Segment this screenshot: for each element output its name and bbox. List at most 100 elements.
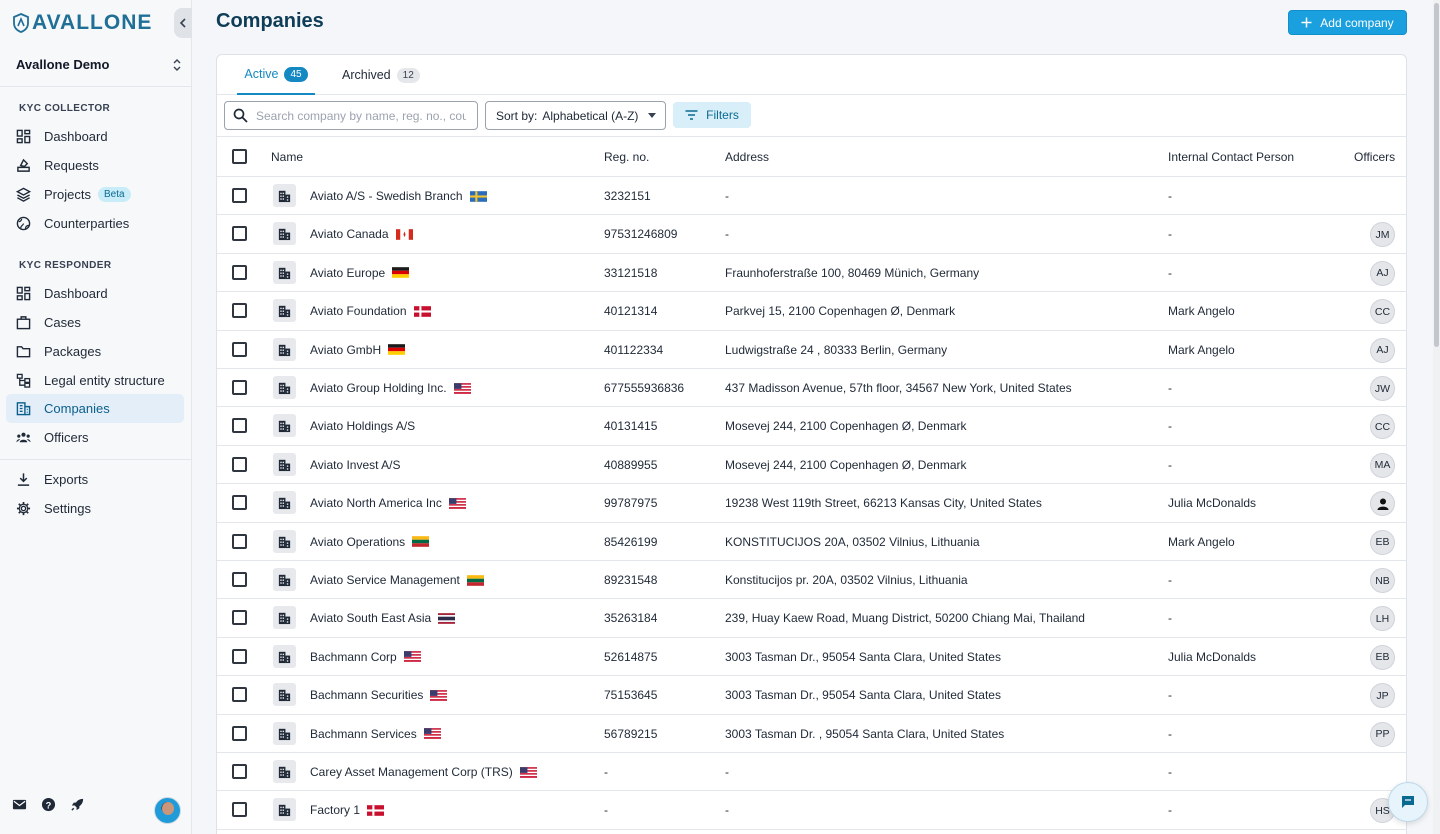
company-name-cell[interactable]: Aviato Canada bbox=[310, 227, 413, 241]
col-officers[interactable]: Officers bbox=[1354, 150, 1395, 164]
row-checkbox[interactable] bbox=[232, 764, 247, 779]
nav-cases[interactable]: Cases bbox=[6, 308, 184, 337]
col-reg-no[interactable]: Reg. no. bbox=[604, 150, 649, 164]
sort-dropdown[interactable]: Sort by: Alphabetical (A-Z) bbox=[485, 101, 666, 130]
officer-avatar[interactable]: PP bbox=[1370, 721, 1395, 747]
officer-avatar[interactable] bbox=[1370, 491, 1395, 517]
officer-avatar[interactable]: EB bbox=[1370, 644, 1395, 670]
row-checkbox[interactable] bbox=[232, 802, 247, 818]
company-name-cell[interactable]: Aviato Europe bbox=[310, 266, 410, 280]
row-checkbox[interactable] bbox=[232, 418, 247, 434]
company-name-cell[interactable]: Aviato Service Management bbox=[310, 573, 484, 587]
officer-avatar[interactable]: NB bbox=[1370, 568, 1395, 593]
row-checkbox[interactable] bbox=[232, 572, 247, 587]
officer-avatar[interactable]: MA bbox=[1370, 452, 1395, 478]
company-name-cell[interactable]: Aviato South East Asia bbox=[310, 611, 456, 625]
table-row[interactable]: Aviato GmbH 401122334 Ludwigstraße 24 , 80… bbox=[217, 331, 1406, 369]
row-checkbox[interactable] bbox=[232, 648, 247, 664]
table-row[interactable]: Aviato A/S - Swedish Branch 3232151 - - bbox=[217, 177, 1406, 216]
officer-avatar[interactable]: AJ bbox=[1370, 260, 1395, 286]
row-checkbox[interactable] bbox=[232, 495, 247, 511]
table-row[interactable]: Aviato Group Holding Inc. 677555936836 437… bbox=[217, 369, 1406, 408]
help-icon[interactable]: ? bbox=[41, 797, 56, 812]
nav-projects[interactable]: Projects Beta bbox=[6, 180, 184, 209]
table-row[interactable]: Aviato Operations 85426199 KONSTITUCIJOS 2… bbox=[217, 523, 1406, 561]
table-row[interactable]: Aviato Canada 97531246809 - - JM bbox=[217, 215, 1406, 254]
officer-avatar[interactable]: LH bbox=[1370, 606, 1395, 632]
select-all-checkbox[interactable] bbox=[232, 149, 247, 164]
nav-responder-dashboard[interactable]: Dashboard bbox=[6, 279, 184, 308]
chat-button[interactable] bbox=[1388, 782, 1428, 822]
row-checkbox[interactable] bbox=[232, 264, 247, 280]
row-checkbox[interactable] bbox=[232, 188, 247, 203]
logo-text: AVALLONE bbox=[32, 11, 153, 34]
nav-collector-dashboard[interactable]: Dashboard bbox=[6, 122, 184, 151]
company-name-cell[interactable]: Bachmann Securities bbox=[310, 688, 448, 702]
row-checkbox[interactable] bbox=[232, 533, 247, 549]
officer-avatar[interactable]: EB bbox=[1370, 529, 1395, 555]
company-name-cell[interactable]: Bachmann Services bbox=[310, 727, 441, 741]
table-row[interactable]: Aviato North America Inc 99787975 19238 We… bbox=[217, 484, 1406, 523]
table-row[interactable]: Aviato Holdings A/S 40131415 Mosevej 244, … bbox=[217, 407, 1406, 446]
flag-lt-icon bbox=[466, 574, 484, 586]
company-name-cell[interactable]: Aviato Invest A/S bbox=[310, 458, 401, 472]
nav-officers[interactable]: Officers bbox=[6, 423, 184, 452]
nav-exports[interactable]: Exports bbox=[6, 465, 184, 494]
company-name-cell[interactable]: Aviato Group Holding Inc. bbox=[310, 381, 471, 395]
row-checkbox[interactable] bbox=[232, 226, 247, 242]
company-name-cell[interactable]: Aviato GmbH bbox=[310, 343, 406, 357]
company-name-cell[interactable]: Aviato North America Inc bbox=[310, 496, 466, 510]
add-company-button[interactable]: Add company bbox=[1288, 10, 1407, 35]
table-row[interactable]: Aviato South East Asia 35263184 239, Huay … bbox=[217, 599, 1406, 638]
col-name[interactable]: Name bbox=[271, 150, 303, 164]
officer-avatar[interactable]: JM bbox=[1370, 222, 1395, 248]
company-name-cell[interactable]: Factory 1 bbox=[310, 803, 385, 817]
tab-active[interactable]: Active 45 bbox=[237, 55, 315, 95]
filters-button[interactable]: Filters bbox=[673, 102, 751, 128]
rocket-icon[interactable] bbox=[70, 797, 85, 812]
officer-avatar[interactable]: AJ bbox=[1370, 337, 1395, 363]
table-row[interactable]: Aviato Foundation 40121314 Parkvej 15, 210… bbox=[217, 292, 1406, 331]
row-checkbox[interactable] bbox=[232, 341, 247, 357]
nav-companies[interactable]: Companies bbox=[6, 394, 184, 423]
nav-legal-entity-structure[interactable]: Legal entity structure bbox=[6, 366, 184, 395]
user-avatar[interactable] bbox=[154, 797, 181, 824]
table-row[interactable]: Factory 1- - - HS bbox=[217, 791, 1406, 830]
company-name-cell[interactable]: Bachmann Corp bbox=[310, 650, 421, 664]
table-row[interactable]: Aviato Europe 33121518 Fraunhoferstraße 10… bbox=[217, 254, 1406, 293]
officer-avatar[interactable]: JP bbox=[1370, 683, 1395, 709]
col-address[interactable]: Address bbox=[725, 150, 769, 164]
table-row[interactable]: Bachmann Services 56789215 3003 Tasman Dr.… bbox=[217, 715, 1406, 753]
officer-avatar[interactable]: CC bbox=[1370, 414, 1395, 440]
collapse-sidebar-button[interactable] bbox=[174, 8, 192, 38]
officer-avatar[interactable]: JW bbox=[1370, 376, 1395, 401]
col-internal-contact[interactable]: Internal Contact Person bbox=[1168, 150, 1294, 164]
company-name-cell[interactable]: Aviato Operations bbox=[310, 535, 430, 549]
officer-avatar[interactable]: CC bbox=[1370, 299, 1395, 325]
tab-archived[interactable]: Archived 12 bbox=[342, 55, 420, 95]
logo[interactable]: AVALLONE bbox=[12, 11, 152, 35]
row-checkbox[interactable] bbox=[232, 687, 247, 703]
nav-requests[interactable]: Requests bbox=[6, 151, 184, 180]
nav-packages[interactable]: Packages bbox=[6, 337, 184, 366]
company-name-cell[interactable]: Aviato Foundation bbox=[310, 304, 431, 318]
row-checkbox[interactable] bbox=[232, 380, 247, 395]
company-name-cell[interactable]: Aviato Holdings A/S bbox=[310, 419, 415, 433]
table-row[interactable]: Aviato Invest A/S 40889955 Mosevej 244, 21… bbox=[217, 446, 1406, 485]
nav-settings[interactable]: Settings bbox=[6, 494, 184, 523]
company-name-cell[interactable]: Carey Asset Management Corp (TRS) bbox=[310, 765, 537, 779]
row-checkbox[interactable] bbox=[232, 725, 247, 741]
row-checkbox[interactable] bbox=[232, 303, 247, 319]
table-row[interactable]: Bachmann Securities 75153645 3003 Tasman D… bbox=[217, 676, 1406, 715]
workspace-switcher[interactable]: Avallone Demo bbox=[16, 57, 182, 72]
search-input[interactable] bbox=[256, 108, 466, 123]
mail-icon[interactable] bbox=[12, 797, 27, 812]
table-row[interactable]: Bachmann Corp 52614875 3003 Tasman Dr., 95… bbox=[217, 638, 1406, 677]
company-name-cell[interactable]: Aviato A/S - Swedish Branch bbox=[310, 189, 487, 203]
table-row[interactable]: Aviato Service Management 89231548 Konstit… bbox=[217, 561, 1406, 600]
nav-counterparties[interactable]: Counterparties bbox=[6, 209, 184, 238]
table-row[interactable]: Carey Asset Management Corp (TRS) - - - bbox=[217, 753, 1406, 792]
row-checkbox[interactable] bbox=[232, 456, 247, 472]
row-checkbox[interactable] bbox=[232, 610, 247, 626]
scrollbar-thumb[interactable] bbox=[1434, 3, 1439, 347]
